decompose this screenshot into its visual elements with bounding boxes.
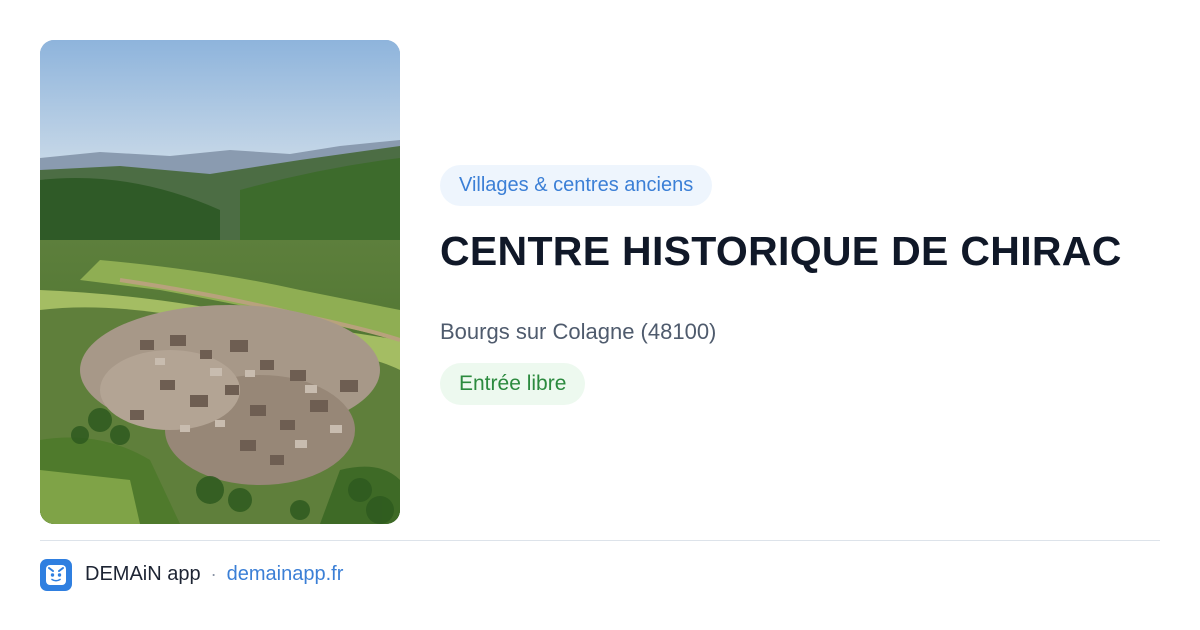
link-preview-card[interactable]: Villages & centres anciens CENTRE HISTOR… <box>0 0 1200 630</box>
site-domain-link[interactable]: demainapp.fr <box>227 563 344 586</box>
footer: DEMAiN app · demainapp.fr <box>40 558 343 591</box>
footer-separator: · <box>210 564 217 584</box>
footer-divider <box>40 540 1160 541</box>
village-aerial-photo <box>40 40 400 524</box>
place-location: Bourgs sur Colagne (48100) <box>440 319 717 344</box>
category-badge[interactable]: Villages & centres anciens <box>440 165 713 206</box>
place-title: CENTRE HISTORIQUE DE CHIRAC <box>440 228 1122 274</box>
access-badge: Entrée libre <box>440 363 586 405</box>
preview-info: Villages & centres anciens CENTRE HISTOR… <box>440 165 1160 405</box>
app-name: DEMAiN app <box>85 563 201 585</box>
demain-app-icon <box>40 558 72 591</box>
